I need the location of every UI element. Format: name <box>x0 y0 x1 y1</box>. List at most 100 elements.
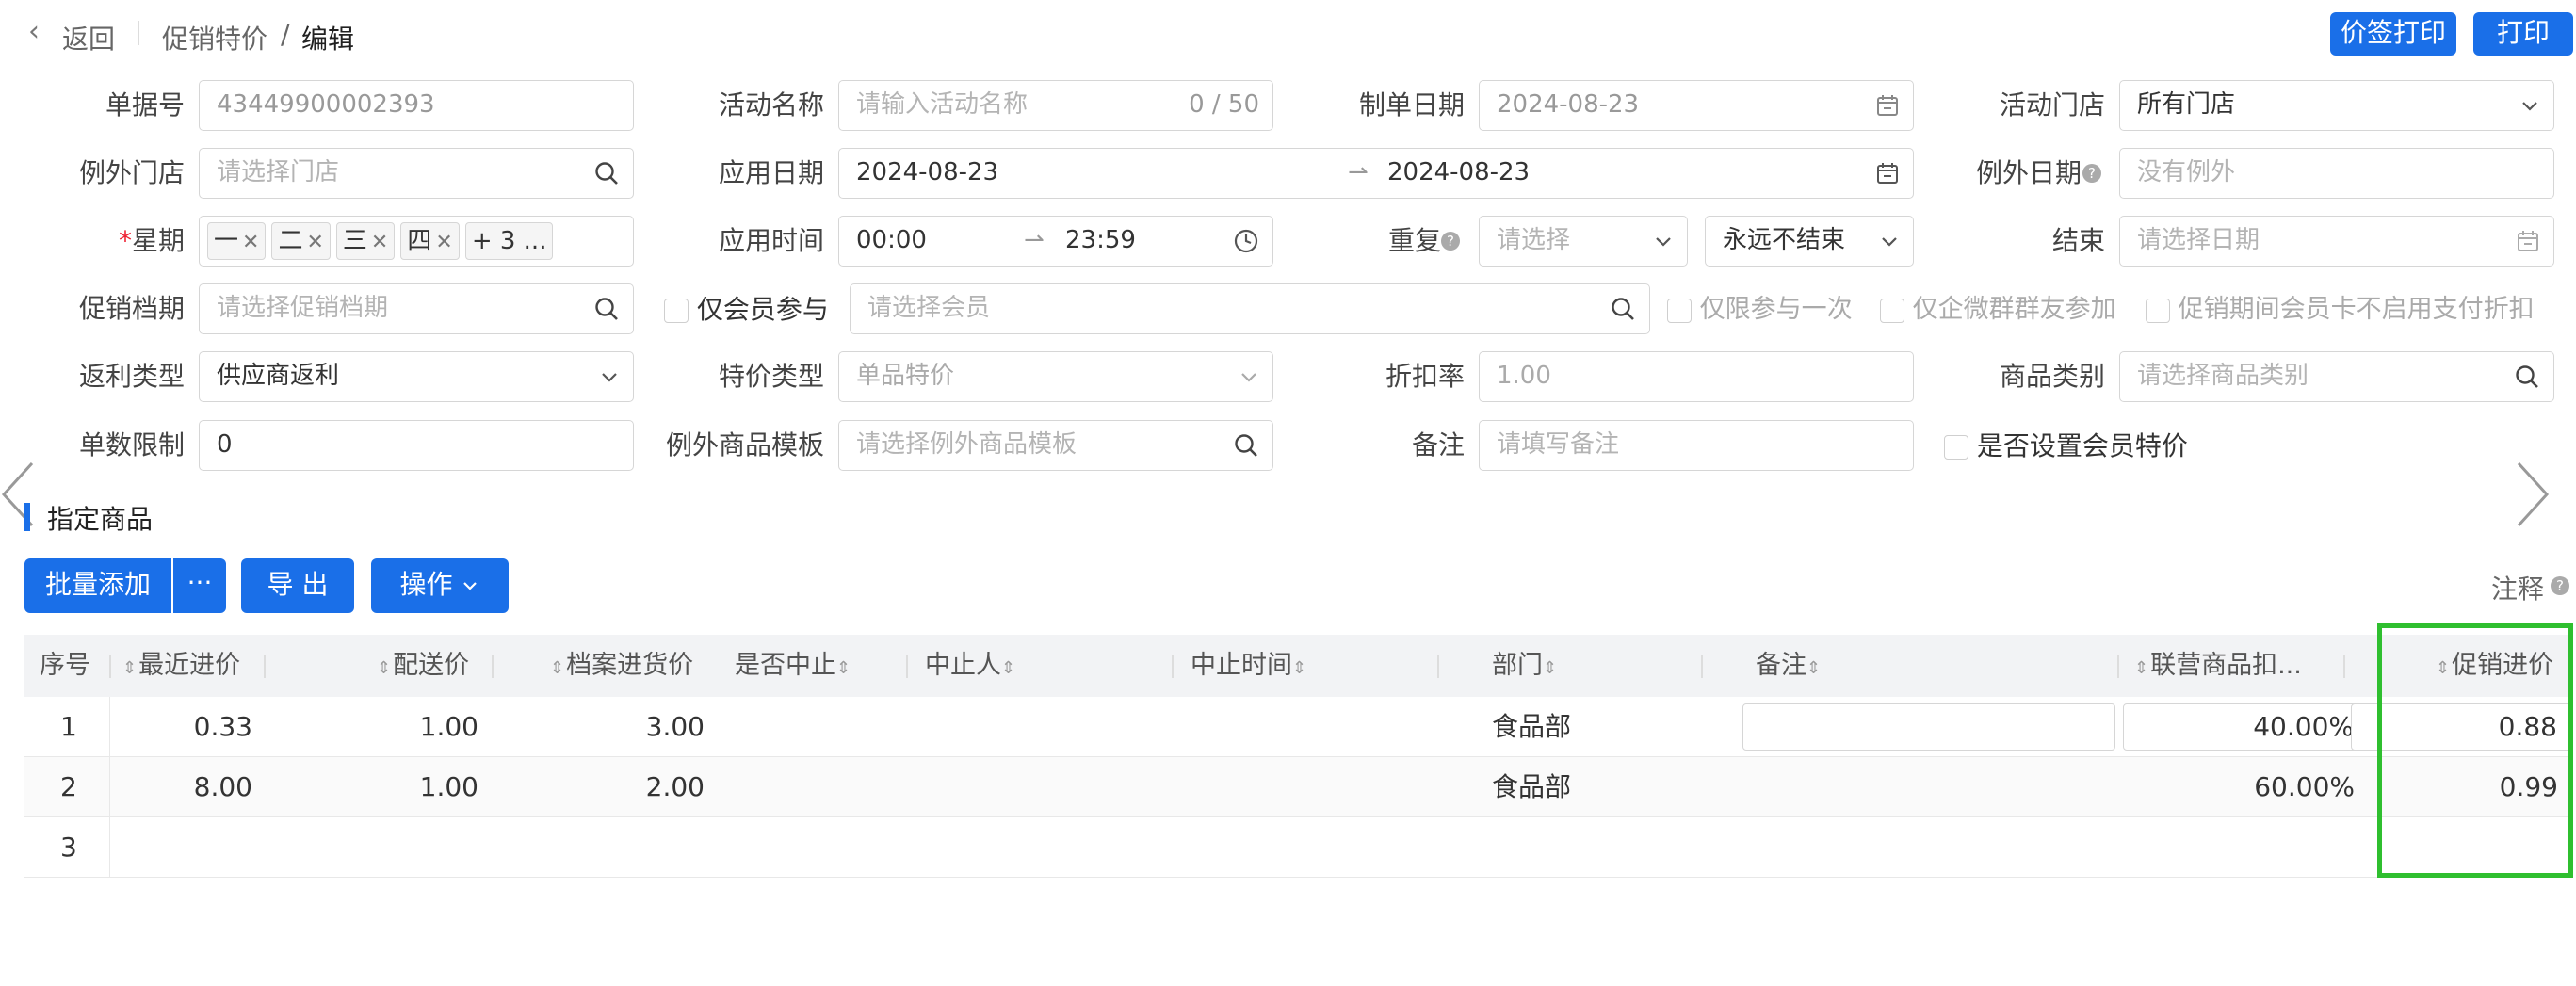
col-header-delivery-price[interactable]: ⇕配送价 <box>377 635 469 697</box>
next-arrow-icon[interactable] <box>2513 460 2551 529</box>
cell-department: 食品部 <box>1492 711 1572 742</box>
goods-category-label: 商品类别 <box>1999 361 2105 392</box>
cell-joint-deduction[interactable]: 60.00% <box>2123 757 2368 817</box>
exception-store-input[interactable]: 请选择门店 <box>199 148 634 199</box>
exception-template-input[interactable]: 请选择例外商品模板 <box>838 420 1273 471</box>
checkbox[interactable] <box>2146 298 2170 323</box>
table-row[interactable]: 1 0.33 1.00 3.00 食品部 40.00% 0.88 <box>24 697 2571 757</box>
repeat-end-select[interactable]: 永远不结束 <box>1705 216 1914 267</box>
col-separator <box>1437 655 1439 678</box>
chevron-down-icon <box>463 582 478 590</box>
weekday-tag: 三 ✕ <box>335 222 396 260</box>
search-icon[interactable] <box>2514 352 2540 400</box>
col-separator <box>109 655 111 678</box>
close-icon[interactable]: ✕ <box>435 231 452 254</box>
more-tags[interactable]: + 3 ... <box>464 222 554 260</box>
joint-deduction-input[interactable]: 40.00% <box>2123 703 2368 751</box>
checkbox[interactable] <box>1880 298 1904 323</box>
back-chevron-icon[interactable]: ‹ <box>28 15 40 48</box>
prev-arrow-icon[interactable] <box>0 460 38 529</box>
sort-icon: ⇕ <box>836 658 851 678</box>
col-separator <box>2117 655 2119 678</box>
end-date-input[interactable]: 请选择日期 <box>2119 216 2554 267</box>
breadcrumb-parent[interactable]: 促销特价 <box>162 19 267 57</box>
section-title: 指定商品 <box>47 504 154 535</box>
sort-icon: ⇕ <box>2134 658 2149 678</box>
card-disabled-checkbox[interactable]: 促销期间会员卡不启用支付折扣 <box>2146 296 2535 324</box>
col-separator <box>2343 655 2345 678</box>
help-icon[interactable]: ? <box>2082 164 2101 183</box>
remark-input[interactable]: 请填写备注 <box>1479 420 1914 471</box>
member-price-checkbox[interactable]: 是否设置会员特价 <box>1944 432 2188 461</box>
sort-icon: ⇕ <box>377 658 392 678</box>
weekday-multiselect[interactable]: 一 ✕ 二 ✕ 三 ✕ 四 ✕ + 3 ... <box>199 216 634 267</box>
rebate-type-select[interactable]: 供应商返利 <box>199 351 634 402</box>
checkbox[interactable] <box>1667 298 1692 323</box>
order-limit-label: 单数限制 <box>78 429 185 461</box>
cell-archive-price: 3.00 <box>645 711 705 742</box>
table-row[interactable]: 2 8.00 1.00 2.00 食品部 60.00% 0.99 <box>24 757 2571 817</box>
col-header-archive-price[interactable]: ⇕档案进货价 <box>550 635 693 697</box>
cell-recent-price: 0.33 <box>109 697 252 757</box>
col-header-remark[interactable]: 备注⇕ <box>1756 635 1823 697</box>
print-button[interactable]: 打印 <box>2473 12 2573 56</box>
help-icon[interactable]: ? <box>1441 232 1460 251</box>
back-link[interactable]: 返回 <box>62 19 115 57</box>
rebate-type-label: 返利类型 <box>78 361 185 392</box>
cell-archive-price: 2.00 <box>645 771 705 802</box>
col-header-suspended[interactable]: 是否中止⇕ <box>735 635 852 697</box>
doc-no-label: 单据号 <box>105 89 185 121</box>
exception-template-label: 例外商品模板 <box>665 429 824 461</box>
weekday-label: *星期 <box>118 225 185 256</box>
activity-name-input[interactable]: 请输入活动名称 0 / 50 <box>838 80 1273 131</box>
col-separator <box>1172 655 1174 678</box>
order-limit-input[interactable]: 0 <box>199 420 634 471</box>
search-icon[interactable] <box>1610 284 1636 332</box>
search-icon[interactable] <box>593 284 620 332</box>
more-options-button[interactable]: ··· <box>173 558 226 613</box>
col-header-recent-price[interactable]: ⇕最近进价 <box>122 635 240 697</box>
batch-add-button[interactable]: 批量添加 <box>24 558 171 613</box>
checkbox[interactable] <box>1944 435 1968 460</box>
help-icon[interactable]: ? <box>2551 576 2569 595</box>
apply-time-range[interactable]: 00:00 ⇀ 23:59 <box>838 216 1273 267</box>
apply-time-label: 应用时间 <box>718 225 824 256</box>
search-icon[interactable] <box>593 149 620 197</box>
operate-button[interactable]: 操作 <box>371 558 509 613</box>
apply-date-range[interactable]: 2024-08-23 ⇀ 2024-08-23 <box>838 148 1914 199</box>
calendar-icon <box>2516 217 2540 265</box>
cell-recent-price: 8.00 <box>109 757 252 817</box>
member-only-checkbox[interactable]: 仅会员参与 <box>664 296 829 324</box>
section-marker <box>24 503 30 531</box>
close-icon[interactable]: ✕ <box>242 231 259 254</box>
sort-icon: ⇕ <box>122 658 138 678</box>
repeat-select[interactable]: 请选择 <box>1479 216 1688 267</box>
export-button[interactable]: 导 出 <box>241 558 354 613</box>
wecom-only-checkbox[interactable]: 仅企微群群友参加 <box>1880 296 2116 324</box>
close-icon[interactable]: ✕ <box>371 231 388 254</box>
once-only-checkbox[interactable]: 仅限参与一次 <box>1667 296 1853 324</box>
exception-date-input[interactable]: 没有例外 <box>2119 148 2554 199</box>
sort-icon: ⇕ <box>550 658 565 678</box>
promo-period-input[interactable]: 请选择促销档期 <box>199 283 634 334</box>
range-arrow-icon: ⇀ <box>1348 158 1369 186</box>
remark-cell-input[interactable] <box>1742 703 2115 751</box>
price-tag-print-button[interactable]: 价签打印 <box>2330 12 2456 56</box>
col-header-department[interactable]: 部门⇕ <box>1492 635 1559 697</box>
table-row[interactable]: 3 <box>24 817 2571 878</box>
search-icon[interactable] <box>1233 421 1259 469</box>
cell-divider <box>109 817 111 878</box>
activity-store-select[interactable]: 所有门店 <box>2119 80 2554 131</box>
col-header-suspend-time[interactable]: 中止时间⇕ <box>1191 635 1308 697</box>
col-header-joint-deduction[interactable]: ⇕联营商品扣... <box>2134 635 2302 697</box>
calendar-icon <box>1875 81 1900 129</box>
col-separator <box>264 655 266 678</box>
close-icon[interactable]: ✕ <box>306 231 323 254</box>
promo-period-label: 促销档期 <box>78 293 185 324</box>
checkbox[interactable] <box>664 299 689 323</box>
goods-category-input[interactable]: 请选择商品类别 <box>2119 351 2554 402</box>
char-counter: 0 / 50 <box>1189 90 1259 119</box>
col-header-suspender[interactable]: 中止人⇕ <box>925 635 1017 697</box>
member-input[interactable]: 请选择会员 <box>850 283 1650 334</box>
create-date-label: 制单日期 <box>1358 89 1465 121</box>
